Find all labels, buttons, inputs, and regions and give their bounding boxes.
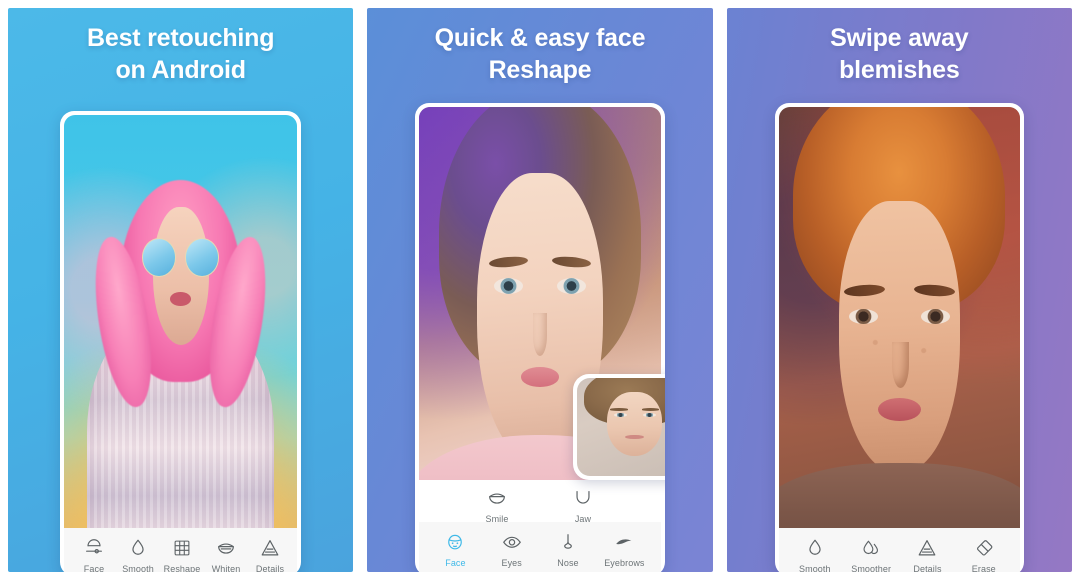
toolbar-panel-2-main[interactable]: Face Eyes Nose Eyebrows [419,522,661,572]
eyebrow-icon [613,531,635,553]
triangle-layers-icon [259,537,281,559]
eye-icon [501,531,523,553]
nose-icon [557,531,579,553]
panel-1-headline: Best retouching on Android [87,24,275,84]
droplet-icon [804,537,826,559]
tool-eyes[interactable]: Eyes [492,531,532,568]
panel-best-retouching: Best retouching on Android Face Smooth R… [8,8,354,572]
phone-screen-3: Smooth Smoother Details Erase [778,107,1020,572]
tool-details[interactable]: Details [907,537,947,572]
screenshot-strip: Best retouching on Android Face Smooth R… [0,0,1080,583]
tool-label: Erase [971,564,996,572]
tool-label: Face [83,564,105,572]
tool-label: Face [445,558,466,568]
toolbar-panel-3[interactable]: Smooth Smoother Details Erase [778,528,1020,572]
thumbnail-image [576,378,665,476]
photo-pink-hair-woman [64,115,298,572]
jaw-outline-icon [572,487,594,509]
toolbar-panel-2-sub[interactable]: Smile Jaw [419,480,661,524]
before-after-thumbnail[interactable] [572,374,665,480]
phone-screen-2: Smile Jaw Face Eyes Nose Eyebrows [419,107,661,572]
double-droplet-icon [860,537,882,559]
tool-face[interactable]: Face [435,531,475,568]
tool-label: Smoother [851,564,892,572]
tool-nose[interactable]: Nose [548,531,588,568]
grid-mesh-icon [171,537,193,559]
tool-erase[interactable]: Erase [964,537,1004,572]
panel-swipe-blemishes: Swipe away blemishes Smooth Smoother Det… [726,8,1072,572]
tool-smooth[interactable]: Smooth [795,537,835,572]
tool-smooth[interactable]: Smooth [116,537,160,572]
smile-mouth-icon [486,487,508,509]
droplet-icon [127,537,149,559]
phone-card-3: Smooth Smoother Details Erase [774,103,1024,572]
tool-smoother[interactable]: Smoother [851,537,891,572]
tool-label: Details [913,564,942,572]
tool-label: Eyebrows [604,558,645,568]
teeth-smile-icon [215,537,237,559]
panel-face-reshape: Quick & easy face Reshape Smile Jaw Face… [367,8,713,572]
tool-details[interactable]: Details [248,537,292,572]
tool-face[interactable]: Face [72,537,116,572]
phone-card-2: Smile Jaw Face Eyes Nose Eyebrows [415,103,665,572]
tool-label: Smooth [799,564,831,572]
photo-freckled-woman [778,107,1020,572]
tool-label: Eyes [501,558,522,568]
tool-label: Details [255,564,285,572]
tool-smile[interactable]: Smile [477,487,517,524]
triangle-layers-icon [916,537,938,559]
tool-label: Smooth [122,564,154,572]
tool-label: Reshape [163,564,201,572]
tool-label: Whiten [211,564,241,572]
toolbar-panel-1[interactable]: Face Smooth Reshape Whiten Details [64,528,298,572]
panel-3-headline: Swipe away blemishes [830,24,969,84]
phone-card-1: Face Smooth Reshape Whiten Details [60,111,302,572]
eraser-icon [973,537,995,559]
tool-reshape[interactable]: Reshape [160,537,204,572]
tool-jaw[interactable]: Jaw [563,487,603,524]
phone-screen-1: Face Smooth Reshape Whiten Details [64,115,298,572]
tool-eyebrows[interactable]: Eyebrows [604,531,644,568]
tool-whiten[interactable]: Whiten [204,537,248,572]
panel-2-headline: Quick & easy face Reshape [434,24,646,84]
tool-label: Nose [557,558,579,568]
face-slider-icon [83,537,105,559]
face-head-icon [444,531,466,553]
